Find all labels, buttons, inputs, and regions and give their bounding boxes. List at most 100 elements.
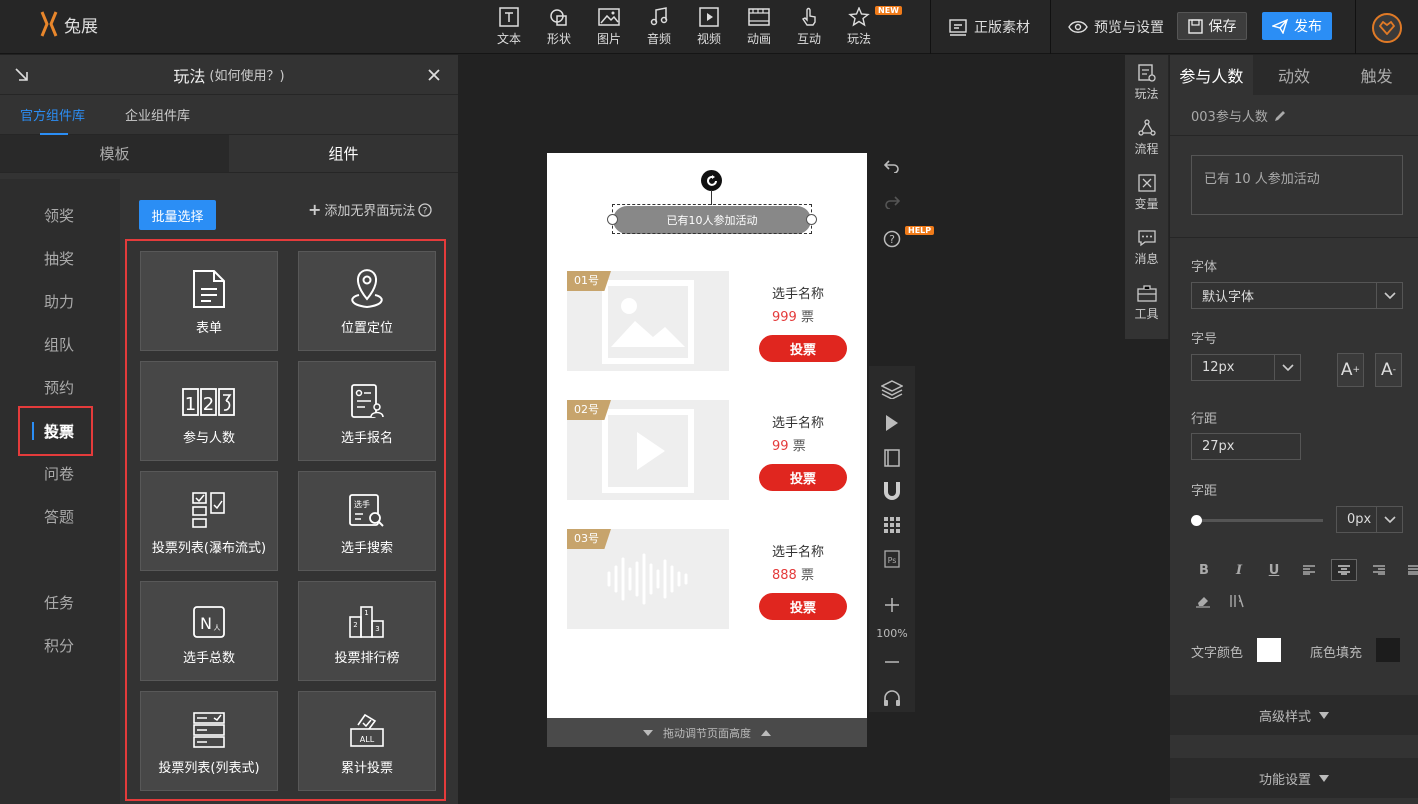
slider-thumb[interactable] — [1191, 515, 1202, 526]
zoom-in-button[interactable] — [877, 594, 907, 616]
zoom-out-button[interactable] — [877, 652, 907, 672]
category-item[interactable]: 抽奖 — [0, 237, 120, 280]
component-name[interactable]: 003参与人数 — [1191, 106, 1286, 125]
tool-video[interactable]: 视频 — [684, 4, 734, 50]
page-height-drag-bar[interactable]: 拖动调节页面高度 — [547, 718, 867, 747]
font-size-select[interactable]: 12px — [1191, 354, 1301, 381]
function-settings-section[interactable]: 功能设置 — [1170, 758, 1418, 798]
letter-spacing-label: 字距 — [1191, 484, 1218, 499]
vote-button[interactable]: 投票 — [759, 464, 847, 491]
side-variable[interactable]: 变量 — [1125, 165, 1168, 220]
bg-color-swatch[interactable] — [1376, 638, 1400, 662]
vertical-text-button[interactable] — [1230, 594, 1244, 608]
tab-animation[interactable]: 动效 — [1253, 55, 1336, 95]
side-flow[interactable]: 流程 — [1125, 110, 1168, 165]
batch-select-button[interactable]: 批量选择 — [139, 200, 216, 230]
category-item[interactable]: 预约 — [0, 366, 120, 409]
component-total-votes[interactable]: ALL 累计投票 — [298, 691, 436, 791]
search-card-icon: 选手 — [349, 494, 384, 527]
advanced-style-section[interactable]: 高级样式 — [1170, 695, 1418, 735]
tool-play[interactable]: 玩法 NEW — [834, 4, 902, 50]
component-participants[interactable]: 12 参与人数 — [140, 361, 278, 461]
category-item[interactable]: 任务 — [0, 581, 120, 624]
align-center-button[interactable] — [1331, 559, 1357, 581]
close-icon[interactable] — [428, 69, 440, 81]
component-player-search[interactable]: 选手 选手搜索 — [298, 471, 436, 571]
add-headless-play-link[interactable]: + 添加无界面玩法 ? — [308, 200, 433, 219]
phone-canvas[interactable]: 已有10人参加活动 01号 选手名称 999 票 投票 02号 选手名称 99 … — [547, 153, 867, 718]
customer-service-button[interactable] — [877, 688, 907, 710]
vote-button[interactable]: 投票 — [759, 335, 847, 362]
tool-image[interactable]: 图片 — [584, 4, 634, 50]
category-item[interactable]: 答题 — [0, 495, 120, 538]
component-vote-list[interactable]: 投票列表(列表式) — [140, 691, 278, 791]
category-item-vote-active[interactable]: 投票 — [18, 406, 93, 456]
psd-import-button[interactable]: Ps — [877, 548, 907, 570]
category-item[interactable]: 助力 — [0, 280, 120, 323]
side-tools[interactable]: 工具 — [1125, 275, 1168, 330]
preview-button[interactable]: 预览与设置 — [1068, 0, 1164, 54]
bold-button[interactable]: B — [1191, 559, 1217, 581]
font-select[interactable]: 默认字体 — [1191, 282, 1403, 309]
app-logo[interactable]: 兔展 — [38, 10, 98, 38]
category-item[interactable]: 组队 — [0, 323, 120, 366]
save-button[interactable]: 保存 — [1177, 12, 1247, 40]
magnet-button[interactable] — [877, 480, 907, 502]
play-preview-button[interactable] — [877, 412, 907, 434]
component-vote-waterfall[interactable]: 投票列表(瀑布流式) — [140, 471, 278, 571]
tab-official-library[interactable]: 官方组件库 — [20, 105, 85, 135]
component-vote-ranking[interactable]: 213 投票排行榜 — [298, 581, 436, 681]
tool-shape[interactable]: 形状 — [534, 4, 584, 50]
tool-animation[interactable]: 动画 — [734, 4, 784, 50]
properties-panel: 参与人数 动效 触发 003参与人数 已有 10 人参加活动 字体 默认字体 字… — [1170, 55, 1418, 804]
category-item[interactable]: 积分 — [0, 624, 120, 667]
side-message[interactable]: 消息 — [1125, 220, 1168, 275]
resize-handle-left[interactable] — [607, 214, 618, 225]
text-icon — [499, 7, 519, 27]
tool-interact[interactable]: 互动 — [784, 4, 834, 50]
user-avatar[interactable] — [1372, 13, 1402, 43]
component-location[interactable]: 位置定位 — [298, 251, 436, 351]
font-size-increase-button[interactable]: A + — [1337, 353, 1364, 387]
undo-button[interactable] — [877, 156, 907, 176]
tab-trigger[interactable]: 触发 — [1335, 55, 1418, 95]
tab-component[interactable]: 组件 — [229, 135, 458, 172]
layers-button[interactable] — [877, 378, 907, 400]
component-player-total[interactable]: N人 选手总数 — [140, 581, 278, 681]
tab-template[interactable]: 模板 — [0, 135, 229, 172]
side-play[interactable]: 玩法 — [1125, 55, 1168, 110]
collapse-arrow-icon[interactable] — [14, 67, 30, 83]
tab-enterprise-library[interactable]: 企业组件库 — [125, 105, 190, 124]
align-left-button[interactable] — [1296, 559, 1322, 581]
film-strip-button[interactable] — [877, 447, 907, 469]
help-button[interactable]: ? — [877, 228, 907, 250]
justify-icon — [1408, 565, 1418, 575]
text-content-input[interactable]: 已有 10 人参加活动 — [1191, 155, 1403, 215]
help-link[interactable]: (如何使用？) — [209, 65, 284, 84]
tab-participants[interactable]: 参与人数 — [1170, 55, 1253, 95]
assets-button[interactable]: 正版素材 — [948, 0, 1030, 54]
rotate-handle[interactable] — [701, 170, 722, 191]
resize-handle-right[interactable] — [806, 214, 817, 225]
italic-button[interactable]: I — [1226, 559, 1252, 581]
align-right-button[interactable] — [1366, 559, 1392, 581]
category-item[interactable]: 问卷 — [0, 452, 120, 495]
text-color-swatch[interactable] — [1257, 638, 1281, 662]
line-height-input[interactable]: 27px — [1191, 433, 1301, 460]
redo-button[interactable] — [877, 192, 907, 212]
tool-text[interactable]: 文本 — [484, 4, 534, 50]
category-item[interactable]: 领奖 — [0, 194, 120, 237]
component-signup[interactable]: 选手报名 — [298, 361, 436, 461]
underline-button[interactable]: U — [1261, 559, 1287, 581]
justify-button[interactable] — [1401, 559, 1418, 581]
publish-button[interactable]: 发布 — [1262, 12, 1332, 40]
letter-spacing-slider[interactable] — [1194, 519, 1323, 522]
vote-button[interactable]: 投票 — [759, 593, 847, 620]
grid-button[interactable] — [877, 514, 907, 536]
component-form[interactable]: 表单 — [140, 251, 278, 351]
tool-audio[interactable]: 音频 — [634, 4, 684, 50]
clear-format-button[interactable] — [1196, 594, 1212, 608]
letter-spacing-select[interactable]: 0px — [1336, 506, 1403, 533]
font-size-decrease-button[interactable]: A- — [1375, 353, 1402, 387]
film-icon — [748, 8, 770, 26]
